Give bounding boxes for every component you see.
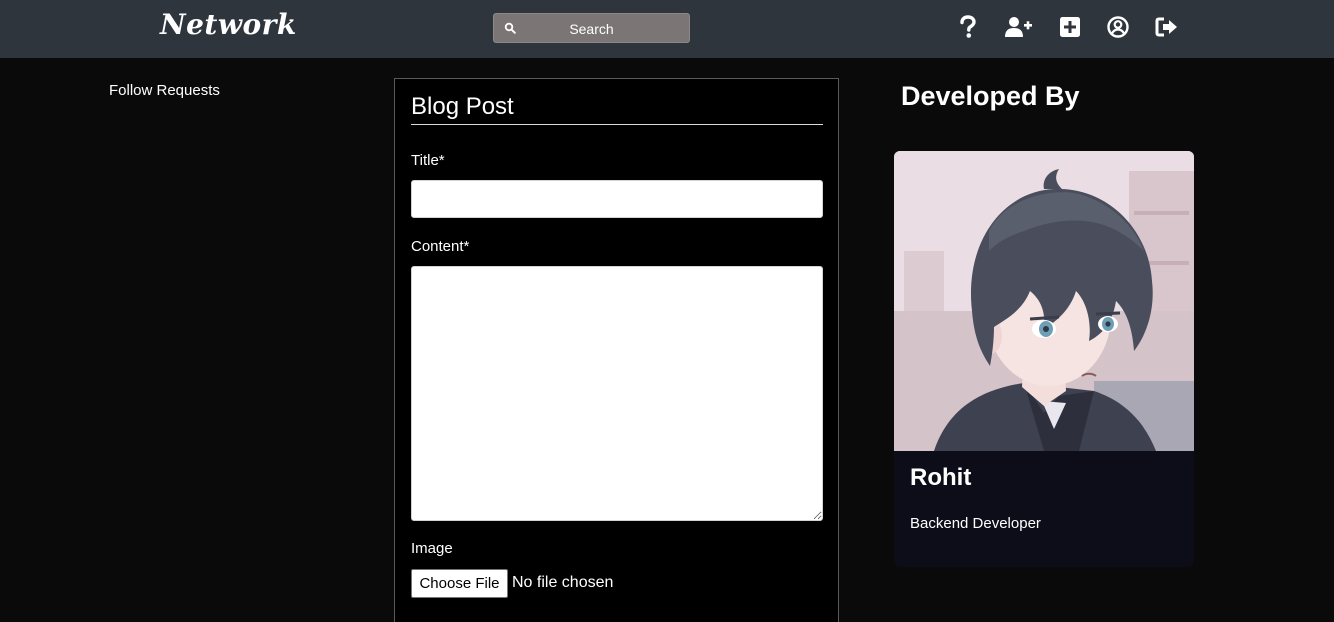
follow-requests-link[interactable]: Follow Requests bbox=[109, 82, 220, 99]
developer-name: Rohit bbox=[910, 464, 972, 491]
user-plus-icon[interactable] bbox=[1004, 14, 1034, 40]
developer-avatar bbox=[894, 151, 1194, 451]
image-label: Image bbox=[411, 540, 453, 557]
title-input[interactable] bbox=[411, 180, 823, 218]
plus-square-icon[interactable] bbox=[1057, 14, 1083, 40]
content-label: Content* bbox=[411, 238, 470, 255]
question-icon[interactable] bbox=[955, 14, 981, 40]
navbar: Network Search bbox=[0, 0, 1334, 58]
file-status-text: No file chosen bbox=[512, 574, 614, 591]
developed-by-heading: Developed By bbox=[901, 81, 1080, 111]
title-label: Title* bbox=[411, 152, 445, 169]
content-textarea[interactable] bbox=[411, 266, 823, 521]
form-title: Blog Post bbox=[411, 93, 823, 125]
search-label: Search bbox=[569, 21, 614, 37]
sign-out-icon[interactable] bbox=[1154, 14, 1180, 40]
blog-post-form: Blog Post Title* Content* Image Choose F… bbox=[394, 78, 839, 622]
developer-role: Backend Developer bbox=[910, 515, 1041, 532]
brand-logo[interactable]: Network bbox=[160, 8, 297, 41]
user-circle-icon[interactable] bbox=[1105, 14, 1131, 40]
developer-card: Rohit Backend Developer bbox=[894, 151, 1194, 567]
choose-file-button[interactable]: Choose File bbox=[411, 569, 508, 598]
search-box[interactable]: Search bbox=[493, 13, 690, 43]
